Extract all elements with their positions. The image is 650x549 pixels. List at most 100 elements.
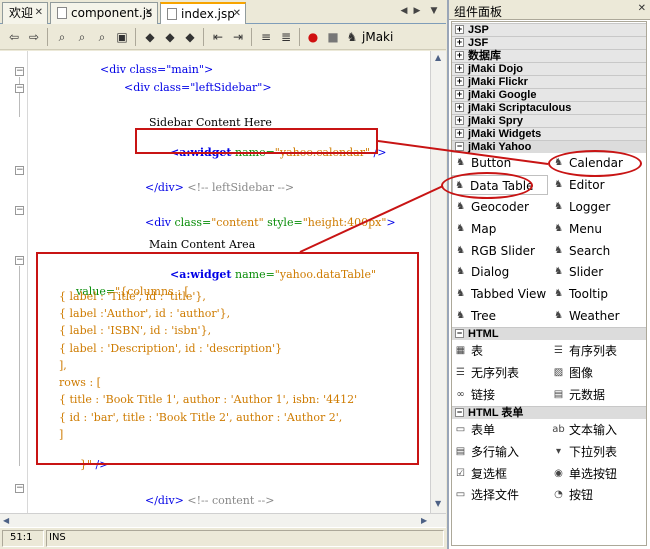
palette-item-slider[interactable]: ♞ Slider [552,262,648,282]
tab-list-icon[interactable]: ▼ [428,4,440,18]
collapse-icon[interactable]: − [455,408,464,417]
status-bar: 51:1 INS [0,527,446,549]
category-jmaki-google[interactable]: + jMaki Google [452,88,646,101]
palette-item-logger[interactable]: ♞ Logger [552,197,648,217]
palette-item-map[interactable]: ♞ Map [454,219,550,239]
palette-item-weather[interactable]: ♞ Weather [552,306,648,326]
close-icon[interactable]: ✕ [233,4,241,24]
record-macro-icon[interactable]: ● [305,29,321,45]
find-previous-icon[interactable]: ⌕ [74,29,90,45]
fold-collapse-icon[interactable]: − [15,206,24,215]
comment-icon[interactable]: ≡ [258,29,274,45]
palette-item-checkbox[interactable]: ☑ 复选框 [454,464,550,484]
fold-collapse-icon[interactable]: − [15,256,24,265]
editor-toolbar: ⇦ ⇨ ⌕ ⌕ ⌕ ▣ ◆ ◆ ◆ ⇤ ⇥ ≡ ≣ ● ■ ♞ jMaki [0,24,446,50]
palette-item-rgb-slider[interactable]: ♞ RGB Slider [454,241,550,261]
collapse-icon[interactable]: − [455,142,464,151]
tab-scroll-left-icon[interactable]: ◀ [398,4,410,18]
palette-item-button[interactable]: ♞ Button [454,153,550,173]
expand-icon[interactable]: + [455,90,464,99]
palette-item-editor[interactable]: ♞ Editor [552,175,648,195]
tab-index-jsp[interactable]: index.jsp ✕ [160,2,246,25]
jmaki-toolbar-label[interactable]: jMaki [362,30,393,44]
fold-expand-icon[interactable]: − [15,484,24,493]
palette-item-file-select[interactable]: ▭ 选择文件 [454,485,550,505]
close-icon[interactable]: ✕ [35,3,43,23]
shift-left-icon[interactable]: ⇤ [210,29,226,45]
palette-item-textarea[interactable]: ▤ 多行输入 [454,442,550,462]
annotation-datatable-ellipse [441,172,533,199]
category-database[interactable]: + 数据库 [452,49,646,62]
category-jmaki-spry[interactable]: + jMaki Spry [452,114,646,127]
expand-icon[interactable]: + [455,116,464,125]
palette-item-button-html[interactable]: ◔ 按钮 [552,485,648,505]
category-jmaki-dojo[interactable]: + jMaki Dojo [452,62,646,75]
previous-bookmark-icon[interactable]: ◆ [142,29,158,45]
palette-item-tabbed-view[interactable]: ♞ Tabbed View [454,284,550,304]
category-jsp[interactable]: + JSP [452,23,646,36]
tab-welcome[interactable]: 欢迎 ✕ [2,2,48,24]
expand-icon[interactable]: + [455,38,464,47]
expand-icon[interactable]: + [455,51,464,60]
palette-item-unordered-list[interactable]: ☰ 无序列表 [454,363,550,383]
cursor-position: 51:1 [10,532,33,543]
palette-item-link[interactable]: ∞ 链接 [454,385,550,405]
palette-item-tree[interactable]: ♞ Tree [454,306,550,326]
palette-item-search[interactable]: ♞ Search [552,241,648,261]
palette-item-image[interactable]: ▨ 图像 [552,363,648,383]
category-html-forms[interactable]: − HTML 表单 [452,406,646,419]
tab-label: 欢迎 [9,6,34,20]
forward-icon[interactable]: ⇨ [26,29,42,45]
tab-scroll-right-icon[interactable]: ▶ [411,4,423,18]
expand-icon[interactable]: + [455,64,464,73]
textarea-icon: ▤ [455,446,466,457]
image-icon: ▨ [553,367,564,378]
checkbox-icon: ☑ [456,468,465,479]
scroll-down-icon[interactable]: ▼ [435,499,441,508]
palette-item-dialog[interactable]: ♞ Dialog [454,262,550,282]
toggle-bookmark-icon[interactable]: ◆ [182,29,198,45]
palette-item-menu[interactable]: ♞ Menu [552,219,648,239]
palette-item-metadata[interactable]: ▤ 元数据 [552,385,648,405]
expand-icon[interactable]: + [455,129,464,138]
jmaki-icon[interactable]: ♞ [344,29,360,45]
editor-tab-bar: 欢迎 ✕ component.js ✕ index.jsp ✕ ◀ ▶ ▼ [0,0,446,25]
toggle-highlight-icon[interactable]: ▣ [114,29,130,45]
expand-icon[interactable]: + [455,77,464,86]
scroll-left-icon[interactable]: ◀ [3,516,9,525]
expand-icon[interactable]: + [455,25,464,34]
close-icon[interactable]: ✕ [145,3,153,23]
shift-right-icon[interactable]: ⇥ [230,29,246,45]
uncomment-icon[interactable]: ≣ [278,29,294,45]
horizontal-scrollbar[interactable]: ◀ ▶ [0,513,446,527]
palette-item-radio-button[interactable]: ◉ 单选按钮 [552,464,648,484]
scroll-up-icon[interactable]: ▲ [435,53,441,62]
category-jmaki-flickr[interactable]: + jMaki Flickr [452,75,646,88]
next-bookmark-icon[interactable]: ◆ [162,29,178,45]
palette-item-text-input[interactable]: ab 文本输入 [552,420,648,440]
find-selection-icon[interactable]: ⌕ [54,29,70,45]
fold-expand-icon[interactable]: − [15,166,24,175]
tab-component-js[interactable]: component.js ✕ [50,2,158,24]
category-jmaki-scriptaculous[interactable]: + jMaki Scriptaculous [452,101,646,114]
category-html[interactable]: − HTML [452,327,646,340]
stop-macro-icon[interactable]: ■ [325,29,341,45]
find-next-icon[interactable]: ⌕ [94,29,110,45]
palette-item-table[interactable]: ▦ 表 [454,341,550,361]
palette-item-form[interactable]: ▭ 表单 [454,420,550,440]
fold-collapse-icon[interactable]: − [15,67,24,76]
category-jmaki-widgets[interactable]: + jMaki Widgets [452,127,646,140]
close-icon[interactable]: ✕ [638,3,646,14]
category-jsf[interactable]: + JSF [452,36,646,49]
vertical-scrollbar[interactable]: ▲ ▼ [430,51,446,513]
fold-collapse-icon[interactable]: − [15,84,24,93]
scroll-right-icon[interactable]: ▶ [421,516,427,525]
palette-item-dropdown[interactable]: ▾ 下拉列表 [552,442,648,462]
palette-item-ordered-list[interactable]: ☰ 有序列表 [552,341,648,361]
code-line: <div class="main"> [100,63,214,76]
palette-item-tooltip[interactable]: ♞ Tooltip [552,284,648,304]
back-icon[interactable]: ⇦ [6,29,22,45]
expand-icon[interactable]: + [455,103,464,112]
palette-item-geocoder[interactable]: ♞ Geocoder [454,197,550,217]
collapse-icon[interactable]: − [455,329,464,338]
